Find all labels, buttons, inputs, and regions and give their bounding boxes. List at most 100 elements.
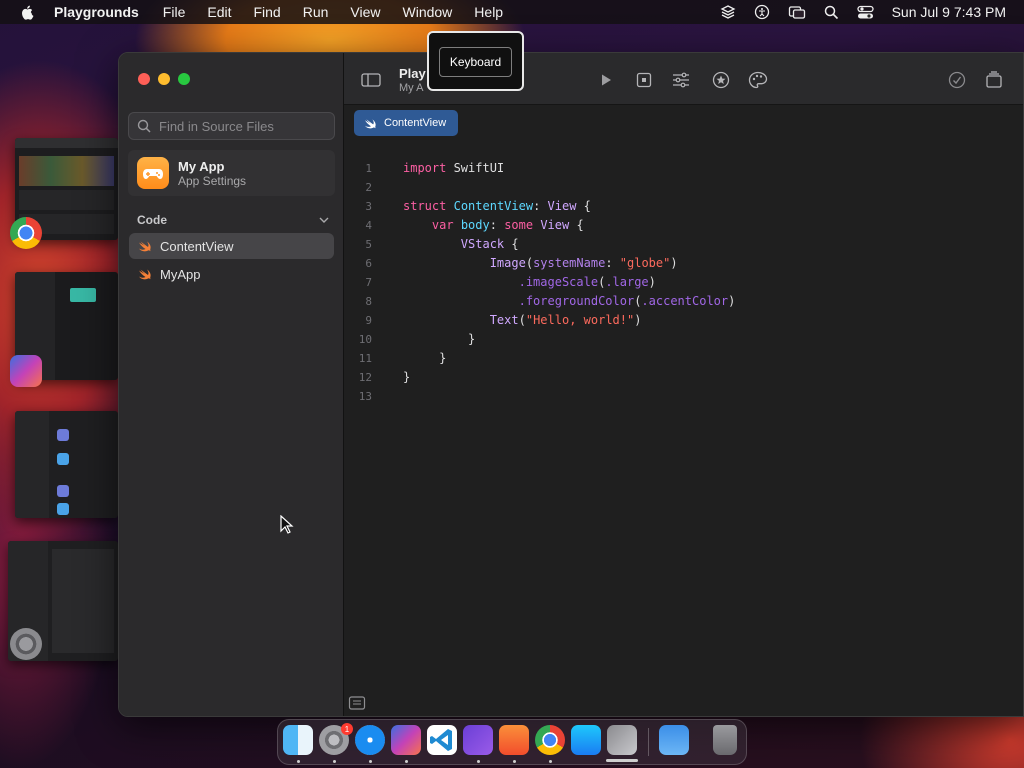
safari-icon[interactable] xyxy=(355,725,385,755)
trash-icon[interactable] xyxy=(713,725,737,755)
menu-bar: Playgrounds File Edit Find Run View Wind… xyxy=(0,0,1024,24)
swift-icon xyxy=(139,269,151,280)
run-button[interactable] xyxy=(595,69,617,91)
menu-file[interactable]: File xyxy=(163,4,186,20)
code-token: } xyxy=(439,351,447,365)
code-token: : xyxy=(489,218,505,232)
checkmark-circle-icon xyxy=(948,71,966,89)
library-button[interactable] xyxy=(710,69,732,91)
code-token: } xyxy=(468,332,476,346)
chevron-down-icon[interactable] xyxy=(319,216,329,224)
control-center-icon[interactable] xyxy=(856,5,874,20)
search-field[interactable] xyxy=(128,112,335,140)
launchpad-progress xyxy=(606,759,638,762)
line-number: 6 xyxy=(365,257,372,270)
code-token: ContentView xyxy=(453,199,534,213)
vscode-icon[interactable] xyxy=(427,725,457,755)
running-indicator xyxy=(369,760,372,763)
menu-window[interactable]: Window xyxy=(403,4,453,20)
code-token: } xyxy=(403,370,411,384)
console-toggle-button[interactable] xyxy=(348,695,366,716)
app-settings-label: App Settings xyxy=(178,173,247,188)
line-number: 9 xyxy=(365,314,372,327)
chrome-icon[interactable] xyxy=(10,217,42,249)
code-token: struct xyxy=(403,199,447,213)
code-section-title: Code xyxy=(137,213,167,227)
code-editor[interactable]: 1 import SwiftUI 2 3 struct ContentView: V… xyxy=(344,159,1023,406)
menu-app-name[interactable]: Playgrounds xyxy=(54,4,139,20)
code-token: systemName xyxy=(533,256,606,270)
code-token: View xyxy=(540,218,570,232)
window-zoom-button[interactable] xyxy=(178,73,190,85)
window-minimize-button[interactable] xyxy=(158,73,170,85)
running-indicator xyxy=(333,760,336,763)
code-token: : xyxy=(533,199,548,213)
sidebar-icon xyxy=(361,73,381,87)
code-token: { xyxy=(504,237,519,251)
layers-icon[interactable] xyxy=(720,4,736,20)
code-token: import xyxy=(403,161,447,175)
app-store-icon[interactable] xyxy=(571,725,601,755)
menu-clock[interactable]: Sun Jul 9 7:43 PM xyxy=(892,4,1006,20)
search-input[interactable] xyxy=(159,118,329,134)
settings-adjust-button[interactable] xyxy=(670,69,692,91)
stop-icon xyxy=(636,72,652,88)
apple-menu-icon[interactable] xyxy=(18,4,38,20)
code-line: 8 .foregroundColor(.accentColor) xyxy=(344,292,1023,311)
launchpad-icon[interactable] xyxy=(607,725,637,755)
line-number: 13 xyxy=(358,390,372,403)
code-token: ) xyxy=(634,313,642,327)
code-token: Image xyxy=(489,256,526,270)
menu-run[interactable]: Run xyxy=(303,4,329,20)
accessibility-icon[interactable] xyxy=(754,4,770,20)
visual-studio-icon[interactable] xyxy=(463,725,493,755)
stop-button[interactable] xyxy=(633,69,655,91)
code-line: 2 xyxy=(344,178,1023,197)
chrome-icon[interactable] xyxy=(535,725,565,755)
code-token: { xyxy=(576,199,591,213)
app-icon xyxy=(137,157,169,189)
code-line: 10 } xyxy=(344,330,1023,349)
console-icon xyxy=(348,696,366,710)
sidebar-file-myapp[interactable]: MyApp xyxy=(129,261,334,287)
playgrounds-window: My App App Settings Code ContentView MyA… xyxy=(118,52,1024,717)
project-subtitle: My A xyxy=(399,82,424,94)
app-settings-item[interactable]: My App App Settings xyxy=(128,150,335,196)
code-section-header[interactable]: Code xyxy=(137,212,329,228)
spotlight-search-icon[interactable] xyxy=(824,5,839,20)
line-number: 5 xyxy=(365,238,372,251)
code-token: .large xyxy=(605,275,649,289)
code-token: ( xyxy=(598,275,606,289)
tab-contentview[interactable]: ContentView xyxy=(354,110,459,136)
notification-badge: 1 xyxy=(341,723,353,735)
menu-edit[interactable]: Edit xyxy=(207,4,231,20)
screen-mirroring-icon[interactable] xyxy=(788,4,806,20)
toggle-sidebar-button[interactable] xyxy=(360,69,382,91)
window-close-button[interactable] xyxy=(138,73,150,85)
finder-icon[interactable] xyxy=(283,725,313,755)
gamepad-icon xyxy=(143,169,163,179)
menu-view[interactable]: View xyxy=(350,4,380,20)
code-token: some xyxy=(504,218,534,232)
appearance-button[interactable] xyxy=(747,69,769,91)
sliders-icon xyxy=(673,72,689,88)
swift-playgrounds-icon[interactable] xyxy=(499,725,529,755)
tab-overview-button[interactable] xyxy=(983,69,1005,91)
code-line: 4 var body: some View { xyxy=(344,216,1023,235)
menu-find[interactable]: Find xyxy=(253,4,280,20)
menu-help[interactable]: Help xyxy=(474,4,503,20)
system-settings-icon[interactable] xyxy=(10,628,42,660)
editor-tab-bar: ContentView xyxy=(344,105,1023,141)
tooltip-label: Keyboard xyxy=(439,47,512,77)
line-number: 7 xyxy=(365,276,372,289)
mouse-cursor-icon xyxy=(280,515,294,534)
stage-thumb-visual-studio[interactable] xyxy=(15,411,118,518)
sidebar-file-contentview[interactable]: ContentView xyxy=(129,233,334,259)
tab-label: ContentView xyxy=(384,117,447,129)
issues-button[interactable] xyxy=(946,69,968,91)
swift-icon xyxy=(139,241,151,252)
shortcuts-icon[interactable] xyxy=(391,725,421,755)
code-line: 6 Image(systemName: "globe") xyxy=(344,254,1023,273)
shortcuts-icon[interactable] xyxy=(10,355,42,387)
weather-icon[interactable] xyxy=(659,725,689,755)
